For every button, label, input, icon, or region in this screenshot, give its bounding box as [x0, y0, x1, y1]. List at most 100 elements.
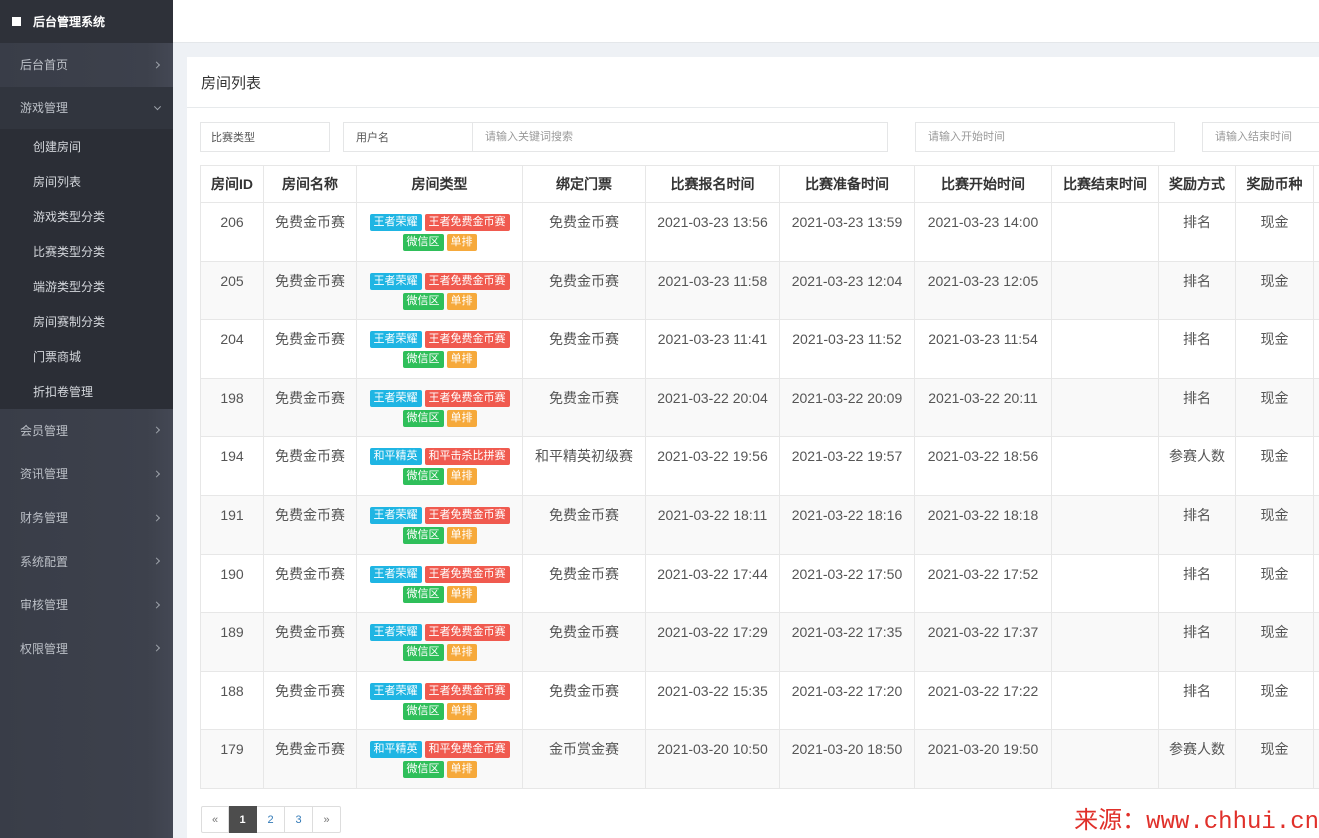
table-row: 198 免费金币赛 王者荣耀 王者免费金币赛 微信区 单排 免费金币赛 2021-03-22 …: [200, 377, 1319, 438]
room-name-cell: 免费金币赛: [263, 670, 357, 731]
room-id-cell: 206: [200, 202, 264, 262]
submenu-item-create-room[interactable]: 创建房间: [0, 129, 173, 164]
end-time-input[interactable]: [1202, 122, 1319, 152]
tag-line: 微信区 单排: [359, 761, 520, 779]
pagination-page-1[interactable]: 1: [229, 806, 257, 833]
sidebar-item-news-management[interactable]: 资讯管理: [0, 452, 173, 496]
reward-method-cell: 排名: [1158, 260, 1236, 321]
search-field-select[interactable]: 用户名: [343, 122, 473, 152]
room-type-cell: 王者荣耀 王者免费金币赛 微信区 单排: [356, 377, 523, 438]
game-management-submenu: 创建房间 房间列表 游戏类型分类 比赛类型分类 端游类型分类 房间赛制分类 门票…: [0, 128, 173, 409]
table-row: 206 免费金币赛 王者荣耀 王者免费金币赛 微信区 单排 免费金币赛 2021-03-23 …: [200, 202, 1319, 262]
column-header-ticket: 绑定门票: [522, 165, 646, 203]
signup-time-cell: 2021-03-23 11:58: [645, 260, 780, 321]
submenu-item-ticket-store[interactable]: 门票商城: [0, 339, 173, 374]
room-name-cell: 免费金币赛: [263, 612, 357, 672]
sidebar-item-dashboard-home[interactable]: 后台首页: [0, 43, 173, 87]
sidebar-item-permission-management[interactable]: 权限管理: [0, 627, 173, 671]
tag-line: 王者荣耀 王者免费金币赛: [359, 682, 520, 700]
tag-line: 王者荣耀 王者免费金币赛: [359, 389, 520, 407]
end-time-cell: [1051, 670, 1159, 731]
column-header-room-name: 房间名称: [263, 165, 357, 203]
submenu-item-game-type-category[interactable]: 游戏类型分类: [0, 199, 173, 234]
keyword-search-input[interactable]: [473, 122, 888, 152]
sidebar-item-label: 后台首页: [20, 58, 69, 73]
column-header-room-id: 房间ID: [200, 165, 264, 203]
ready-time-cell: 2021-03-22 19:57: [779, 436, 915, 496]
tag-line: 王者荣耀 王者免费金币赛: [359, 624, 520, 642]
pagination-next-button[interactable]: »: [313, 806, 341, 833]
sidebar-item-finance-management[interactable]: 财务管理: [0, 496, 173, 540]
match-tag: 王者免费金币赛: [424, 331, 510, 349]
signup-time-cell: 2021-03-20 10:50: [645, 729, 780, 789]
start-time-input[interactable]: [915, 122, 1175, 152]
table-row: 179 免费金币赛 和平精英 和平免费金币赛 微信区 单排 金币赏金赛 2021-03-20 …: [200, 729, 1319, 789]
room-id-cell: 198: [200, 377, 264, 438]
table-row: 188 免费金币赛 王者荣耀 王者免费金币赛 微信区 单排 免费金币赛 2021-03-22 …: [200, 670, 1319, 731]
start-time-cell: 2021-03-22 18:18: [914, 494, 1052, 555]
tag-line: 微信区 单排: [359, 526, 520, 544]
start-time-cell: 2021-03-22 20:11: [914, 377, 1052, 438]
submenu-item-pc-game-type-category[interactable]: 端游类型分类: [0, 269, 173, 304]
game-tag: 王者荣耀: [369, 272, 422, 290]
region-tag: 微信区: [402, 292, 444, 310]
reward-currency-cell: 现金: [1235, 670, 1314, 731]
source-watermark: 来源：www.chhui.cn: [1074, 809, 1319, 836]
room-type-cell: 王者荣耀 王者免费金币赛 微信区 单排: [356, 260, 523, 321]
pagination-page-2[interactable]: 2: [257, 806, 285, 833]
mode-tag: 单排: [446, 526, 477, 544]
signup-time-cell: 2021-03-23 11:41: [645, 319, 780, 379]
room-type-cell: 王者荣耀 王者免费金币赛 微信区 单排: [356, 202, 523, 262]
sidebar-item-review-management[interactable]: 审核管理: [0, 583, 173, 627]
pagination-prev-button[interactable]: «: [201, 806, 229, 833]
mode-tag: 单排: [446, 409, 477, 427]
sidebar-item-member-management[interactable]: 会员管理: [0, 409, 173, 453]
table-cell-overflow: [1313, 260, 1319, 321]
region-tag: 微信区: [402, 526, 444, 544]
room-id-cell: 189: [200, 612, 264, 672]
table-row: 190 免费金币赛 王者荣耀 王者免费金币赛 微信区 单排 免费金币赛 2021-03-22 …: [200, 553, 1319, 614]
submenu-item-discount-coupon-management[interactable]: 折扣卷管理: [0, 374, 173, 409]
room-id-cell: 191: [200, 494, 264, 555]
panel-header: 房间列表: [187, 57, 1319, 108]
submenu-item-room-list[interactable]: 房间列表: [0, 164, 173, 199]
chevron-right-icon: [152, 426, 161, 434]
ticket-cell: 免费金币赛: [522, 202, 646, 262]
chevron-right-icon: [152, 644, 161, 652]
region-tag: 微信区: [402, 468, 444, 486]
room-name-cell: 免费金币赛: [263, 377, 357, 438]
submenu-item-match-type-category[interactable]: 比赛类型分类: [0, 234, 173, 269]
pagination-page-3[interactable]: 3: [285, 806, 313, 833]
game-tag: 王者荣耀: [369, 506, 422, 524]
start-time-cell: 2021-03-22 17:22: [914, 670, 1052, 731]
table-row: 204 免费金币赛 王者荣耀 王者免费金币赛 微信区 单排 免费金币赛 2021-03-23 …: [200, 319, 1319, 379]
ready-time-cell: 2021-03-23 11:52: [779, 319, 915, 379]
sidebar-logo[interactable]: 后台管理系统: [0, 0, 173, 43]
reward-currency-cell: 现金: [1235, 319, 1314, 379]
room-type-cell: 王者荣耀 王者免费金币赛 微信区 单排: [356, 319, 523, 379]
sidebar-item-game-management[interactable]: 游戏管理: [0, 86, 173, 129]
end-time-cell: [1051, 202, 1159, 262]
ticket-cell: 免费金币赛: [522, 553, 646, 614]
table-row: 191 免费金币赛 王者荣耀 王者免费金币赛 微信区 单排 免费金币赛 2021-03-22 …: [200, 494, 1319, 555]
room-name-cell: 免费金币赛: [263, 260, 357, 321]
room-id-cell: 190: [200, 553, 264, 614]
room-name-cell: 免费金币赛: [263, 436, 357, 496]
game-tag: 王者荣耀: [369, 331, 422, 349]
match-type-select[interactable]: 比赛类型: [200, 122, 330, 152]
sidebar-item-label: 会员管理: [20, 423, 69, 438]
column-header-start-time: 比赛开始时间: [914, 165, 1052, 203]
reward-currency-cell: 现金: [1235, 377, 1314, 438]
chevron-right-icon: [152, 470, 161, 478]
mode-tag: 单排: [446, 702, 477, 720]
end-time-cell: [1051, 729, 1159, 789]
end-time-cell: [1051, 494, 1159, 555]
tag-line: 王者荣耀 王者免费金币赛: [359, 214, 520, 231]
start-time-cell: 2021-03-23 12:05: [914, 260, 1052, 321]
submenu-item-room-format-category[interactable]: 房间赛制分类: [0, 304, 173, 339]
sidebar-item-system-config[interactable]: 系统配置: [0, 539, 173, 583]
room-type-cell: 王者荣耀 王者免费金币赛 微信区 单排: [356, 494, 523, 555]
reward-currency-cell: 现金: [1235, 494, 1314, 555]
match-tag: 和平免费金币赛: [424, 741, 510, 759]
signup-time-cell: 2021-03-23 13:56: [645, 202, 780, 262]
